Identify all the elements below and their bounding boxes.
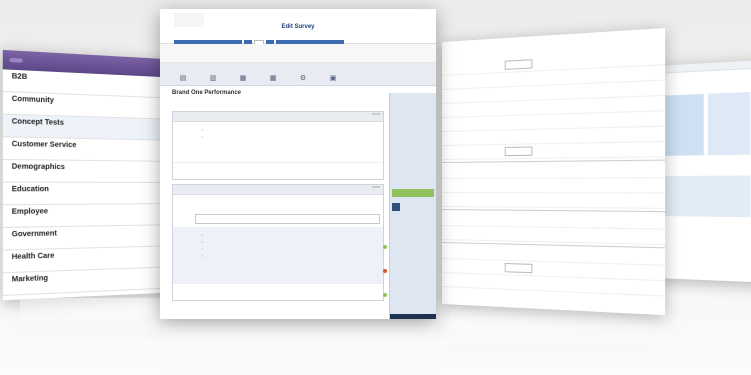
toolbar-item-2[interactable]: ▥ <box>202 75 224 85</box>
answer-option[interactable] <box>201 127 380 132</box>
floor-reflection <box>20 298 170 338</box>
settings-row <box>442 178 665 193</box>
editor-toolbar: ▤ ▥ ▦ ▦ ⚙ ▣ <box>160 63 436 86</box>
chart-icon: ▥ <box>202 75 224 83</box>
report-cell <box>663 175 750 217</box>
status-dot-green <box>383 245 387 249</box>
category-label: Demographics <box>12 163 175 172</box>
sidebar-green-button[interactable] <box>392 189 434 197</box>
answer-option[interactable] <box>201 134 380 139</box>
answer-option[interactable] <box>201 239 380 244</box>
gear-icon: ⚙ <box>292 75 314 83</box>
answer-option[interactable] <box>201 246 380 251</box>
status-dot-red <box>383 269 387 273</box>
settings-field[interactable] <box>505 146 533 156</box>
category-label: Health Care <box>12 249 175 261</box>
grid-icon: ▦ <box>262 75 284 83</box>
answer-option[interactable] <box>201 232 380 237</box>
survey-content <box>172 111 384 319</box>
editor-sidebar <box>389 93 436 319</box>
page-action-button[interactable] <box>372 186 380 188</box>
settings-row <box>442 193 665 209</box>
floor-reflection <box>165 322 435 372</box>
settings-row <box>442 163 665 179</box>
survey-settings-panel <box>442 28 665 315</box>
category-label: Employee <box>12 207 175 216</box>
settings-field[interactable] <box>505 263 533 273</box>
status-dot-green <box>383 293 387 297</box>
category-label: Community <box>12 96 175 109</box>
window-title: Edit Survey <box>160 24 436 30</box>
report-cell <box>708 92 750 155</box>
category-sub <box>12 172 175 173</box>
question-block-highlighted[interactable] <box>173 227 383 283</box>
editor-topbar: Edit Survey <box>160 9 436 44</box>
toolbar-item-5[interactable]: ⚙ <box>292 75 314 85</box>
category-item-employee[interactable]: Employee <box>3 204 182 228</box>
question-actions <box>173 283 383 300</box>
report-header-bar <box>655 60 751 74</box>
text-answer-input[interactable] <box>195 214 380 224</box>
category-label: Marketing <box>12 270 175 283</box>
grid-icon: ▦ <box>232 75 254 83</box>
category-item-marketing[interactable]: Marketing <box>3 267 182 296</box>
page-header <box>173 185 383 195</box>
report-cell <box>663 94 704 156</box>
screenshot-stage: B2B Community Concept Tests Customer Ser… <box>0 0 751 375</box>
toolbar-item-1[interactable]: ▤ <box>172 75 194 85</box>
breadcrumb-row <box>160 44 436 63</box>
question-block[interactable] <box>173 195 383 211</box>
survey-page <box>172 111 384 180</box>
toolbar-item-3[interactable]: ▦ <box>232 75 254 85</box>
category-item-education[interactable]: Education <box>3 183 182 206</box>
survey-page <box>172 184 384 301</box>
survey-category-panel: B2B Community Concept Tests Customer Ser… <box>3 50 182 300</box>
survey-editor-panel: Edit Survey ▤ ▥ ▦ ▦ ⚙ ▣ Brand One Perfor… <box>160 9 436 319</box>
chart-icon: ▤ <box>172 75 194 83</box>
page-header <box>173 112 383 122</box>
question-actions <box>173 162 383 179</box>
page-action-button[interactable] <box>372 113 380 115</box>
sidebar-icon[interactable] <box>392 203 400 211</box>
sidebar-footer-bar <box>390 314 436 319</box>
category-item-demographics[interactable]: Demographics <box>3 160 182 183</box>
chart-icon: ▣ <box>322 75 344 83</box>
report-panel <box>655 60 751 283</box>
category-header-button[interactable] <box>10 58 23 63</box>
settings-field[interactable] <box>505 59 533 70</box>
question-block[interactable] <box>173 122 383 162</box>
toolbar-item-4[interactable]: ▦ <box>262 75 284 85</box>
category-label: Concept Tests <box>12 118 175 130</box>
settings-row <box>442 142 665 160</box>
category-label: Education <box>12 186 175 194</box>
category-label: Government <box>12 228 175 238</box>
answer-option[interactable] <box>201 253 380 258</box>
category-item-customer-service[interactable]: Customer Service <box>3 137 182 162</box>
toolbar-item-6[interactable]: ▣ <box>322 75 344 85</box>
category-label: Customer Service <box>12 141 175 151</box>
